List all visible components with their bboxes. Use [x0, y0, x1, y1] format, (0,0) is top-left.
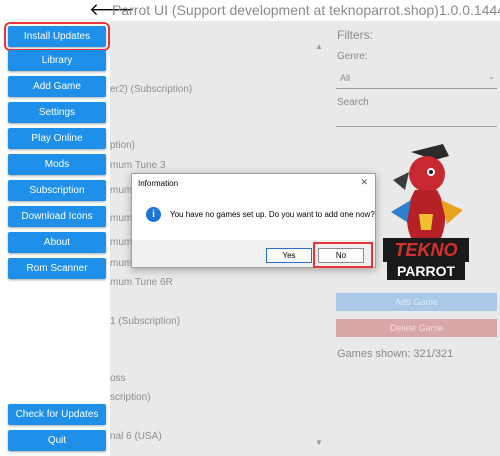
about-button[interactable]: About: [8, 232, 106, 253]
genre-select-value: All: [340, 73, 351, 83]
list-item[interactable]: mum: [110, 258, 132, 269]
list-item[interactable]: mum Tune 6R: [110, 277, 173, 288]
genre-label: Genre:: [337, 51, 368, 62]
dialog-title: Information: [138, 179, 179, 188]
list-item[interactable]: mum: [110, 185, 132, 196]
list-item[interactable]: er2) (Subscription): [110, 84, 192, 95]
rom-scanner-button[interactable]: Rom Scanner: [8, 258, 106, 279]
games-shown-count: Games shown: 321/321: [337, 348, 454, 360]
library-button[interactable]: Library: [8, 50, 106, 71]
delete-game-button[interactable]: Delete Game: [336, 319, 497, 337]
dialog-message: You have no games set up. Do you want to…: [170, 210, 375, 219]
search-label: Search: [337, 97, 369, 108]
svg-text:TEKNO: TEKNO: [395, 240, 458, 260]
download-icons-button[interactable]: Download Icons: [8, 206, 106, 227]
info-icon: i: [146, 207, 161, 222]
window-title: Parrot UI (Support development at teknop…: [112, 2, 500, 18]
install-updates-button[interactable]: Install Updates: [4, 22, 110, 51]
sidebar: Install Updates Library Add Game Setting…: [0, 21, 110, 456]
list-item[interactable]: nal 6 (USA): [110, 431, 162, 442]
play-online-button[interactable]: Play Online: [8, 128, 106, 149]
list-item[interactable]: scription): [110, 392, 151, 403]
teknoparrot-logo: TEKNO PARROT: [383, 144, 469, 280]
genre-select[interactable]: All ⌄: [336, 70, 497, 89]
list-item[interactable]: mum: [110, 213, 132, 224]
no-button-highlight: [313, 242, 373, 268]
list-item[interactable]: 1 (Subscription): [110, 316, 180, 327]
list-item[interactable]: mum: [110, 237, 132, 248]
svg-text:PARROT: PARROT: [397, 263, 456, 279]
yes-button[interactable]: Yes: [266, 248, 312, 263]
filters-title: Filters:: [337, 28, 373, 42]
scroll-up-icon[interactable]: ▲: [315, 42, 323, 51]
settings-button[interactable]: Settings: [8, 102, 106, 123]
close-icon[interactable]: ✕: [360, 177, 368, 188]
subscription-button[interactable]: Subscription: [8, 180, 106, 201]
chevron-down-icon: ⌄: [488, 72, 495, 81]
dialog-footer: Yes No: [132, 240, 375, 268]
title-bar: 🡐 Parrot UI (Support development at tekn…: [0, 0, 500, 22]
list-item[interactable]: ption): [110, 140, 135, 151]
quit-button[interactable]: Quit: [8, 430, 106, 451]
scroll-down-icon[interactable]: ▼: [315, 438, 323, 447]
list-item[interactable]: oss: [110, 373, 126, 384]
mods-button[interactable]: Mods: [8, 154, 106, 175]
list-item[interactable]: mum Tune 3: [110, 160, 166, 171]
search-input[interactable]: [336, 126, 497, 127]
check-for-updates-button[interactable]: Check for Updates: [8, 404, 106, 425]
add-game-button[interactable]: Add Game: [8, 76, 106, 97]
information-dialog: Information ✕ i You have no games set up…: [131, 173, 376, 268]
add-game-main-button[interactable]: Add Game: [336, 293, 497, 311]
